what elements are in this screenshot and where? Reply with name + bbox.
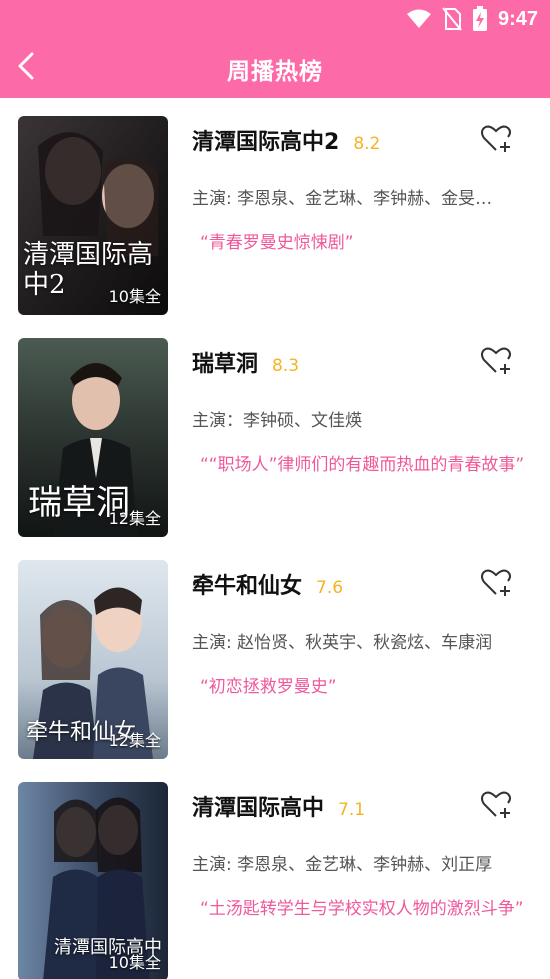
episode-count: 10集全 <box>108 953 161 972</box>
drama-score: 8.2 <box>353 134 381 154</box>
favorite-heart-icon[interactable] <box>479 788 513 822</box>
drama-score: 7.6 <box>316 578 344 598</box>
cast-text: 主演: 李恩泉、金艺琳、李钟赫、金旻… <box>192 189 493 209</box>
status-time: 9:47 <box>497 7 538 30</box>
poster[interactable]: 清潭国际高中 10集全 <box>18 782 168 979</box>
battery-charging-icon <box>472 6 487 31</box>
episode-count: 12集全 <box>108 731 161 750</box>
tagline: “初恋拯救罗曼史” <box>200 677 337 697</box>
wifi-icon <box>406 9 431 28</box>
list-item[interactable]: 瑞草洞 12集全 瑞草洞 8.3 主演：李钟硕、文佳煐 ““职场人”律师们的有趣… <box>0 338 550 538</box>
drama-title[interactable]: 清潭国际高中2 <box>192 124 339 156</box>
app-header: 9:47 周播热榜 <box>0 0 550 98</box>
tagline: “青春罗曼史惊悚剧” <box>200 233 354 253</box>
no-sim-icon <box>442 7 462 31</box>
episode-count: 10集全 <box>108 287 161 306</box>
drama-title[interactable]: 瑞草洞 <box>192 346 258 378</box>
list-item[interactable]: 清潭国际高中2 10集全 清潭国际高中2 8.2 主演: 李恩泉、金艺琳、李钟赫… <box>0 116 550 316</box>
tagline: “土汤匙转学生与学校实权人物的激烈斗争” <box>200 899 524 919</box>
drama-title[interactable]: 清潭国际高中 <box>192 790 324 822</box>
poster[interactable]: 瑞草洞 12集全 <box>18 338 168 537</box>
drama-score: 7.1 <box>338 800 366 820</box>
list-item[interactable]: 牵牛和仙女 12集全 牵牛和仙女 7.6 主演: 赵怡贤、秋英宇、秋瓷炫、车康润… <box>0 560 550 760</box>
cast-text: 主演: 赵怡贤、秋英宇、秋瓷炫、车康润 <box>192 633 493 653</box>
cast-text: 主演: 李恩泉、金艺琳、李钟赫、刘正厚 <box>192 855 493 875</box>
poster[interactable]: 清潭国际高中2 10集全 <box>18 116 168 315</box>
status-bar: 9:47 <box>0 0 550 36</box>
episode-count: 12集全 <box>108 509 161 528</box>
poster[interactable]: 牵牛和仙女 12集全 <box>18 560 168 759</box>
drama-score: 8.3 <box>272 356 300 376</box>
drama-title[interactable]: 牵牛和仙女 <box>192 568 302 600</box>
favorite-heart-icon[interactable] <box>479 566 513 600</box>
tagline: ““职场人”律师们的有趣而热血的青春故事” <box>200 455 525 475</box>
page-title: 周播热榜 <box>227 59 323 85</box>
list-item[interactable]: 清潭国际高中 10集全 清潭国际高中 7.1 主演: 李恩泉、金艺琳、李钟赫、刘… <box>0 782 550 979</box>
favorite-heart-icon[interactable] <box>479 122 513 156</box>
favorite-heart-icon[interactable] <box>479 344 513 378</box>
cast-text: 主演：李钟硕、文佳煐 <box>192 411 362 431</box>
